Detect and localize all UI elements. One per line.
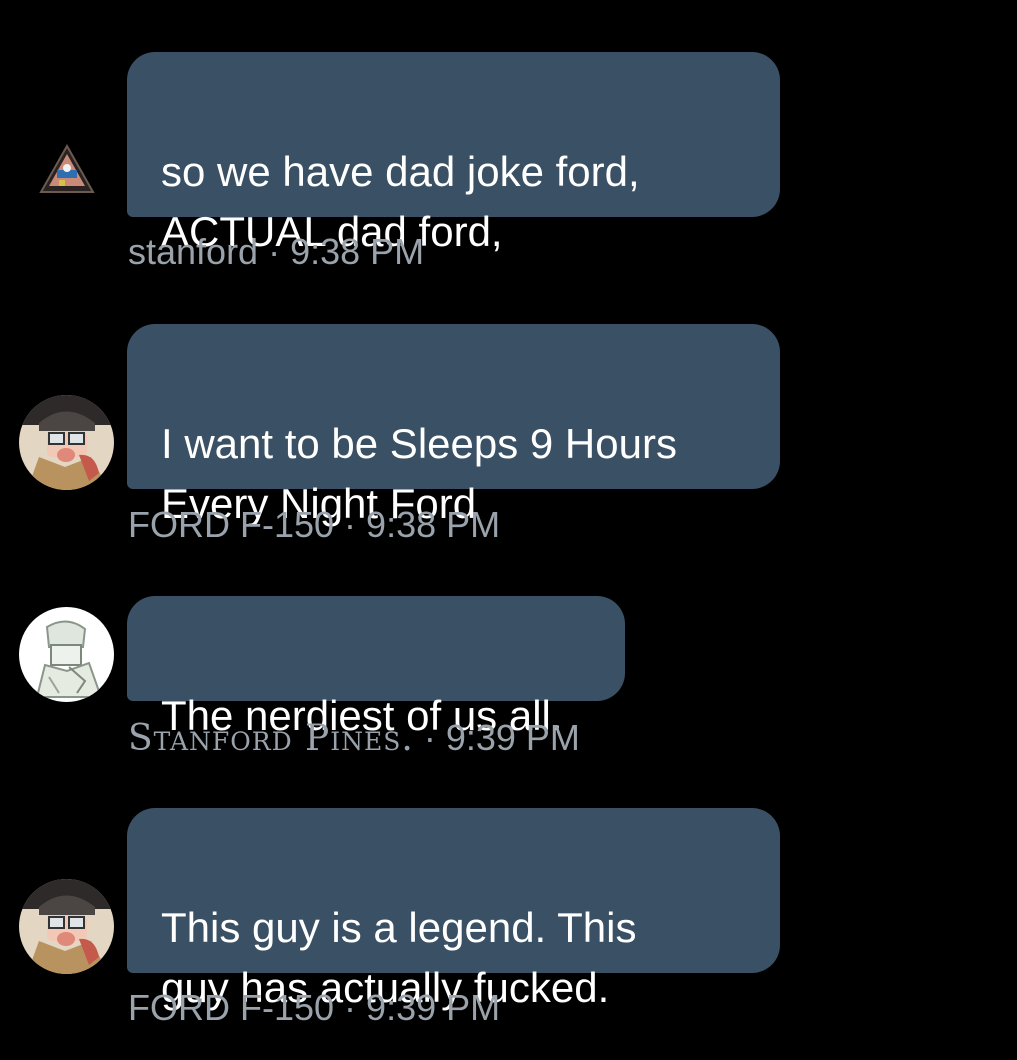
author-name[interactable]: FORD F-150 xyxy=(128,987,334,1028)
ford-cartoon-avatar[interactable] xyxy=(19,395,114,490)
timestamp: 9:39 PM xyxy=(445,717,580,758)
message-meta: stanford · 9:38 PM xyxy=(128,232,424,272)
ford-cartoon-avatar[interactable] xyxy=(19,879,114,974)
timestamp: 9:38 PM xyxy=(366,504,501,545)
message-bubble[interactable]: This guy is a legend. This guy has actua… xyxy=(127,808,780,1011)
illuminati-triangle-avatar[interactable] xyxy=(37,140,97,200)
meta-separator: · xyxy=(334,987,367,1028)
author-name[interactable]: FORD F-150 xyxy=(128,504,334,545)
meta-separator: · xyxy=(258,231,291,272)
message-bubble[interactable]: so we have dad joke ford, ACTUAL dad for… xyxy=(127,52,780,255)
timestamp: 9:38 PM xyxy=(290,231,425,272)
meta-separator: · xyxy=(413,717,446,758)
message-meta: Stanford Pines. · 9:39 PM xyxy=(128,718,580,759)
ford-sketch-avatar[interactable] xyxy=(19,607,114,702)
author-name[interactable]: Stanford Pines. xyxy=(128,718,414,759)
message-bubble[interactable]: I want to be Sleeps 9 Hours Every Night … xyxy=(127,324,780,527)
message-meta: FORD F-150 · 9:38 PM xyxy=(128,505,500,545)
message-meta: FORD F-150 · 9:39 PM xyxy=(128,988,500,1028)
message-bubble[interactable]: The nerdiest of us all. xyxy=(127,596,625,739)
timestamp: 9:39 PM xyxy=(366,987,501,1028)
author-name[interactable]: stanford xyxy=(128,231,258,272)
meta-separator: · xyxy=(334,504,367,545)
